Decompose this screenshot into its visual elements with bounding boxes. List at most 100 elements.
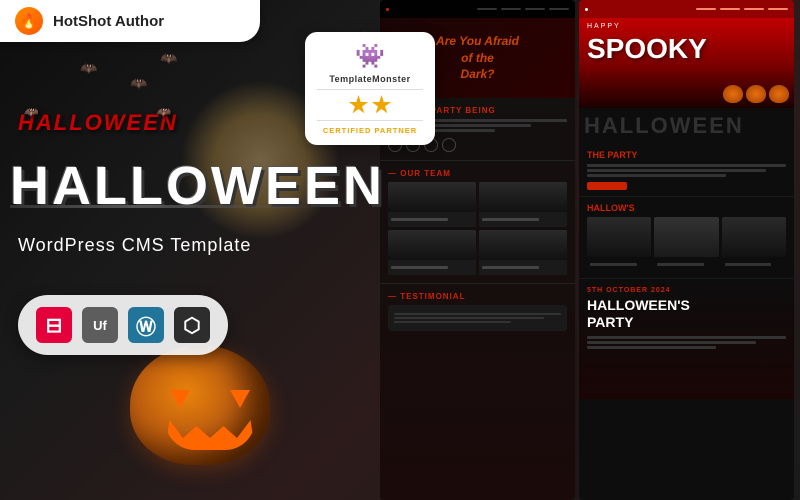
party-title-line2: PARTY <box>587 314 633 330</box>
nav-link-1 <box>477 8 497 10</box>
team-card-2-label <box>479 212 567 227</box>
mini-pumpkin-1 <box>723 85 743 103</box>
halloween-party-bottom: 5TH OCTOBER 2024 HALLOWEEN'S PARTY <box>579 279 794 399</box>
party-lines <box>587 164 786 177</box>
pd-line-2 <box>587 341 756 344</box>
hero-tagline: Are You Afraid of the Dark? <box>436 33 519 83</box>
team-card-3-label <box>388 260 476 275</box>
team-card-2 <box>479 182 567 227</box>
qode-icon[interactable]: ⬡ <box>174 307 210 343</box>
the-party-title: THE PARTY <box>587 150 786 160</box>
nav-logo-dot <box>386 8 389 11</box>
team-section: OUR TEAM <box>380 161 575 284</box>
party-title-text: HALLOWEEN'S PARTY <box>587 297 786 331</box>
event-2-label <box>657 263 704 266</box>
event-2-img <box>654 217 718 257</box>
drip-decoration <box>10 205 320 215</box>
pd-line-3 <box>587 346 716 349</box>
spooky-pumpkins <box>723 85 789 103</box>
tm-title: TemplateMonster <box>317 74 423 84</box>
pumpkin-eye-right <box>230 390 250 408</box>
event-1-img <box>587 217 651 257</box>
pumpkin-mouth <box>165 420 255 450</box>
right-nav-link-2 <box>720 8 740 10</box>
tm-partner-label: CERTIFIED PARTNER <box>317 126 423 135</box>
t-line-1 <box>394 313 561 315</box>
testimonial-section: TESTIMONIAL <box>380 284 575 339</box>
star-1 <box>349 95 369 115</box>
tm-icon: 👾 <box>317 42 423 71</box>
right-nav-link-1 <box>696 8 716 10</box>
team-card-1-img <box>388 182 476 212</box>
header-title: HotShot Author <box>53 13 164 30</box>
preview-container: Are You Afraid of the Dark? LET'S PARTY … <box>380 0 800 500</box>
tm-divider-2 <box>317 120 423 121</box>
party-title-line1: HALLOWEEN'S <box>587 297 690 313</box>
right-hero: HAPPY SPOOKY <box>579 18 794 108</box>
team-section-title: OUR TEAM <box>388 169 567 178</box>
bat-decoration-2: 🦇 <box>160 50 177 67</box>
team-card-3-img <box>388 230 476 260</box>
p-line-3 <box>587 174 726 177</box>
party-detail-lines <box>587 336 786 349</box>
uf-symbol: Uf <box>93 318 107 333</box>
elementor-icon[interactable]: ⊟ <box>36 307 72 343</box>
bat-decoration-3: 🦇 <box>130 75 147 92</box>
team-card-4-img <box>479 230 567 260</box>
uf-icon[interactable]: Uf <box>82 307 118 343</box>
team-card-3 <box>388 230 476 275</box>
team-card-2-img <box>479 182 567 212</box>
hallows-title: HALLOW'S <box>587 203 786 213</box>
team-card-1 <box>388 182 476 227</box>
brand-icon: 🔥 <box>15 7 43 35</box>
event-card-2 <box>654 217 718 272</box>
event-3-label <box>725 263 772 266</box>
hallows-section: HALLOW'S <box>579 197 794 279</box>
nav-link-4 <box>549 8 569 10</box>
right-nav-logo <box>585 8 588 11</box>
team-card-4-label <box>479 260 567 275</box>
t-line-3 <box>394 321 511 323</box>
team-card-4 <box>479 230 567 275</box>
event-card-1 <box>587 217 651 272</box>
right-nav-link-3 <box>744 8 764 10</box>
event-1-label <box>590 263 637 266</box>
templatemonster-badge: 👾 TemplateMonster CERTIFIED PARTNER <box>305 32 435 145</box>
mini-pumpkin-3 <box>769 85 789 103</box>
header-bar: 🔥 HotShot Author <box>0 0 260 42</box>
team-grid <box>388 182 567 275</box>
wordpress-icon[interactable]: Ⓦ <box>128 307 164 343</box>
tm-stars <box>317 95 423 115</box>
wp-symbol: Ⓦ <box>136 311 156 340</box>
happy-label: HAPPY <box>587 23 621 30</box>
qode-symbol: ⬡ <box>183 313 200 338</box>
testimonial-title: TESTIMONIAL <box>388 292 567 301</box>
party-button[interactable] <box>587 182 627 190</box>
event-2-footer <box>654 257 718 272</box>
preview-panel-right: HAPPY SPOOKY HALLOWEEN THE PARTY HALLOW'… <box>579 0 794 500</box>
p-line-2 <box>587 169 766 172</box>
party-date: 5TH OCTOBER 2024 <box>587 287 786 294</box>
right-nav-link-4 <box>768 8 788 10</box>
events-grid <box>587 217 786 272</box>
tm-divider <box>317 89 423 90</box>
testimonial-lines <box>394 313 561 323</box>
testimonial-card <box>388 305 567 331</box>
spooky-title: SPOOKY <box>587 33 707 65</box>
pd-line-1 <box>587 336 786 339</box>
the-party-section: THE PARTY <box>579 144 794 197</box>
plugin-icons-row: ⊟ Uf Ⓦ ⬡ <box>18 295 228 355</box>
mini-pumpkin-2 <box>746 85 766 103</box>
preview-navbar-left <box>380 0 575 18</box>
team-card-1-label <box>388 212 476 227</box>
nav-link-2 <box>501 8 521 10</box>
star-2 <box>372 95 392 115</box>
p-line-1 <box>587 164 786 167</box>
event-card-3 <box>722 217 786 272</box>
nav-links <box>397 8 569 10</box>
right-nav-links <box>596 8 788 10</box>
subtitle-text: WordPress CMS Template <box>18 235 251 256</box>
event-1-footer <box>587 257 651 272</box>
nav-link-3 <box>525 8 545 10</box>
halloween-watermark: HALLOWEEN <box>579 108 794 144</box>
